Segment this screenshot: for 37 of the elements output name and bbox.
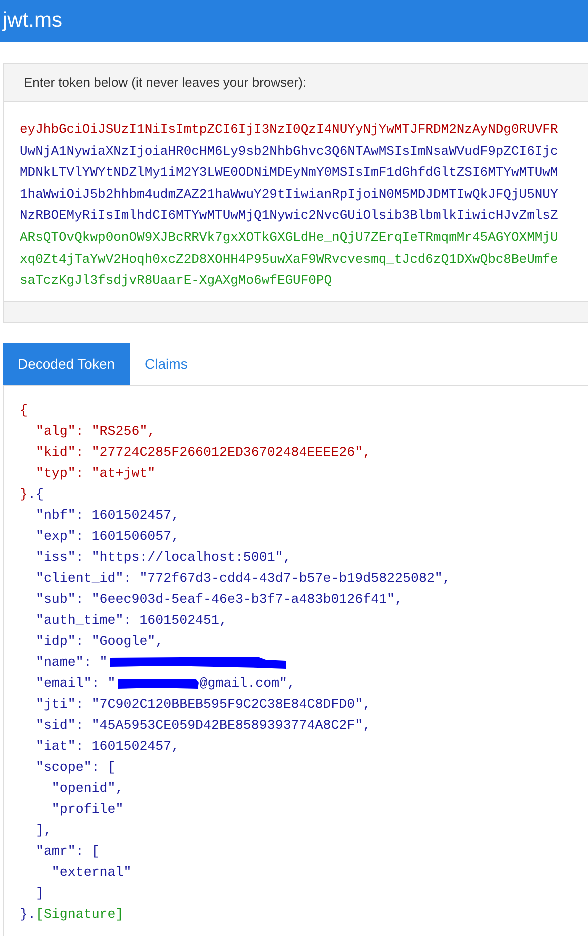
token-line: NzRBOEMyRiIsImlhdCI6MTYwMTUwMjQ1Nywic2NvcGUiOlsib3BlbmlkIiwicHJvZmlsZ bbox=[20, 207, 558, 226]
code-line: "alg": "RS256", bbox=[34, 423, 156, 441]
token-line: saTczKgJl3fsdjvR8UaarE-XgAXgMo6wfEGUF0PQ bbox=[20, 272, 332, 290]
heading-text: Enter token below (it never leaves your browser): bbox=[24, 74, 307, 92]
token-line: eyJhbGciOiJSUzI1NiIsImtpZCI6IjI3NzI0QzI4NUYyNjYwMTJFRDM2NzAyNDg0RUVFR bbox=[20, 121, 558, 139]
token-line: ARsQTOvQkwp0onOW9XJBcRRVk7gxXOTkGXGLdHe_nQjU7ZErqIeTRmqmMr45AGYOXMMjU bbox=[20, 228, 558, 247]
code-line: "sid": "45A5953CE059D42BE8589393774A8C2F", bbox=[34, 717, 372, 735]
code-line: "iss": "https://localhost:5001", bbox=[34, 549, 292, 567]
code-line: }.[Signature] bbox=[20, 906, 124, 924]
code-line: "openid", bbox=[50, 780, 124, 798]
code-line: "typ": "at+jwt" bbox=[34, 465, 156, 483]
code-line: "profile" bbox=[50, 801, 124, 819]
code-line: "iat": 1601502457, bbox=[34, 738, 180, 756]
code-line: "amr": [ bbox=[34, 843, 100, 861]
token-line: MDNkLTVlYWYtNDZlMy1iM2Y3LWE0ODNiMDEyNmY0MSIsImF1dGhfdGltZSI6MTYwMTUwM bbox=[20, 164, 558, 182]
code-line: "jti": "7C902C120BBEB595F9C2C38E84C8DFD0", bbox=[34, 696, 372, 714]
code-line: }.{ bbox=[20, 486, 44, 504]
code-line: ], bbox=[34, 822, 52, 840]
code-line: "kid": "27724C285F266012ED36702484EEEE26", bbox=[34, 444, 372, 462]
app-title: jwt.ms bbox=[3, 8, 62, 34]
code-line: ] bbox=[34, 885, 44, 903]
token-line: UwNjA1NywiaXNzIjoiaHR0cHM6Ly9sb2NhbGhvc3Q6NTAwMSIsImNsaWVudF9pZCI6Ijc bbox=[20, 142, 558, 161]
code-line: "nbf": 1601502457, bbox=[34, 507, 180, 525]
code-line: "external" bbox=[50, 864, 132, 882]
code-text: @gmail.com", bbox=[200, 674, 296, 693]
code-line: "idp": "Google", bbox=[34, 633, 164, 651]
token-line: 1haWwiOiJ5b2hhbm4udmZAZ21haWwuY29tIiwianRpIjoiN0M5MDJDMTIwQkJFQjU5NUY bbox=[20, 186, 558, 204]
code-line: { bbox=[20, 402, 28, 420]
code-line: "client_id": "772f67d3-cdd4-43d7-b57e-b19d58225082", bbox=[34, 570, 451, 588]
code-line: "scope": [ bbox=[34, 759, 116, 777]
code-line: "exp": 1601506057, bbox=[34, 528, 180, 546]
code-text: "email": " bbox=[34, 674, 116, 693]
code-line: "sub": "6eec903d-5eaf-46e3-b3f7-a483b0126f41", bbox=[34, 591, 404, 609]
code-line: "auth_time": 1601502451, bbox=[34, 612, 228, 630]
code-text: "name": " bbox=[34, 654, 108, 672]
token-line: xq0Zt4jTaYwV2Hoqh0xcZ2D8XOHH4P95uwXaF9WRvcvesmq_tJcd6zQ1DXwQbc8BeUmfe bbox=[20, 250, 558, 269]
tab[interactable]: Decoded Token bbox=[3, 343, 130, 385]
